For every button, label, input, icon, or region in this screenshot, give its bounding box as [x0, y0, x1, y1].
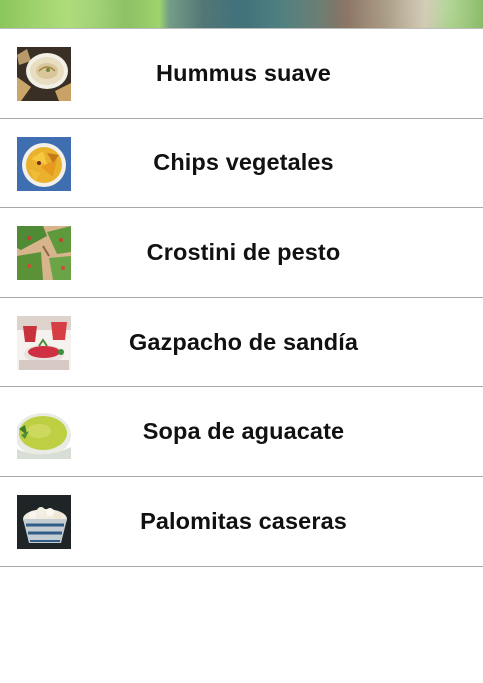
popcorn-thumbnail-icon	[17, 494, 71, 549]
watermelon-gazpacho-thumbnail-icon	[17, 315, 71, 370]
veggie-chips-thumbnail-icon	[17, 136, 71, 191]
recipe-name: Gazpacho de sandía	[128, 328, 359, 355]
recipe-item-hummus[interactable]: Hummus suave	[0, 29, 483, 119]
hummus-thumbnail-icon	[17, 47, 71, 101]
pesto-crostini-thumbnail-icon	[17, 226, 71, 281]
recipe-item-crostini[interactable]: Crostini de pesto	[0, 208, 483, 298]
recipe-list: Hummus suave Chips vegetales Crostini de…	[0, 28, 483, 567]
recipe-item-chips[interactable]: Chips vegetales	[0, 119, 483, 209]
recipe-name: Chips vegetales	[153, 149, 334, 176]
recipe-item-gazpacho[interactable]: Gazpacho de sandía	[0, 298, 483, 388]
recipe-item-palomitas[interactable]: Palomitas caseras	[0, 477, 483, 567]
header-banner-image	[0, 0, 483, 28]
recipe-name: Sopa de aguacate	[142, 418, 345, 445]
recipe-list-screen: Hummus suave Chips vegetales Crostini de…	[0, 0, 483, 683]
avocado-soup-thumbnail-icon	[17, 405, 71, 460]
recipe-name: Crostini de pesto	[146, 238, 341, 265]
recipe-name: Palomitas caseras	[140, 507, 347, 534]
recipe-name: Hummus suave	[156, 59, 331, 86]
recipe-item-sopa[interactable]: Sopa de aguacate	[0, 387, 483, 477]
